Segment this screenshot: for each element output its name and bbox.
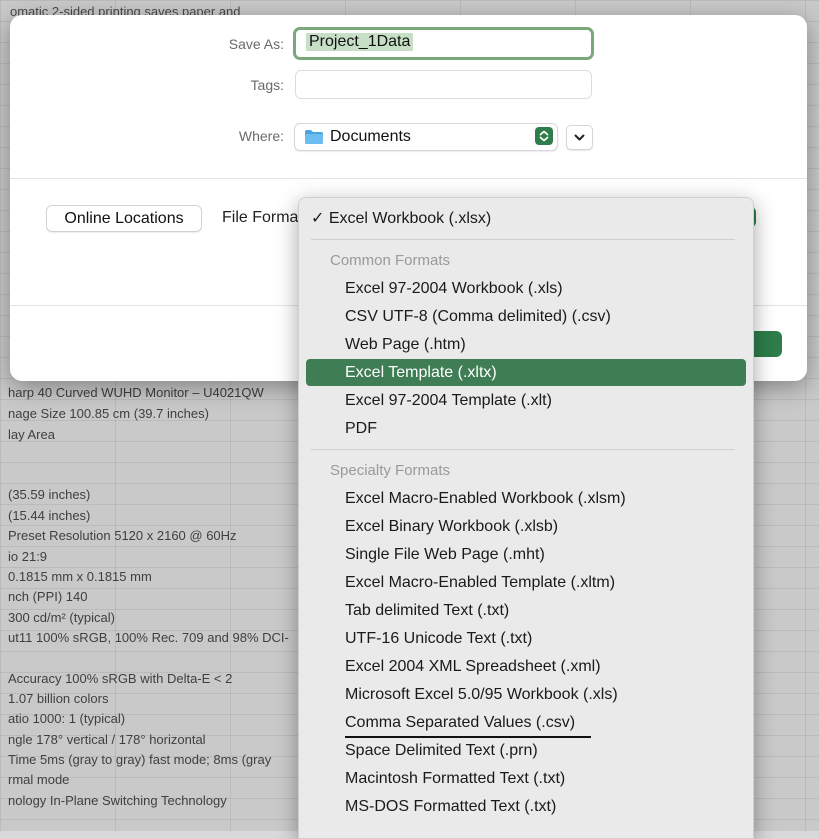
tags-label: Tags: (250, 77, 284, 93)
where-label: Where: (238, 128, 284, 144)
menu-item[interactable]: Tab delimited Text (.txt) (345, 599, 509, 623)
menu-item[interactable]: CSV UTF-8 (Comma delimited) (.csv) (345, 305, 611, 329)
spec-line: nology In-Plane Switching Technology (8, 793, 227, 808)
spec-line: 300 cd/m² (typical) (8, 610, 115, 625)
spec-line: ngle 178° vertical / 178° horizontal (8, 732, 206, 747)
file-format-label: File Forma (222, 209, 299, 226)
spec-line: ut11 100% sRGB, 100% Rec. 709 and 98% DC… (8, 630, 289, 645)
menu-section-header: Specialty Formats (330, 462, 451, 479)
menu-item[interactable]: Excel 2004 XML Spreadsheet (.xml) (345, 655, 601, 679)
save-as-input[interactable]: Project_1Data (293, 27, 594, 60)
menu-item-selected[interactable]: ✓ Excel Workbook (.xlsx) (311, 207, 491, 231)
menu-item[interactable]: Web Page (.htm) (345, 333, 466, 357)
menu-item[interactable]: Comma Separated Values (.csv) (345, 711, 575, 735)
menu-item[interactable]: Microsoft Excel 5.0/95 Workbook (.xls) (345, 683, 618, 707)
menu-item[interactable]: Macintosh Formatted Text (.txt) (345, 767, 565, 791)
spec-line: harp 40 Curved WUHD Monitor – U4021QW (8, 385, 264, 400)
spec-line: 0.1815 mm x 0.1815 mm (8, 569, 152, 584)
menu-item[interactable]: MS-DOS Formatted Text (.txt) (345, 795, 556, 819)
menu-item[interactable]: Excel 97-2004 Workbook (.xls) (345, 277, 563, 301)
menu-item[interactable]: Excel Macro-Enabled Template (.xltm) (345, 571, 615, 595)
online-locations-button[interactable]: Online Locations (46, 205, 202, 232)
menu-item[interactable]: Excel Macro-Enabled Workbook (.xlsm) (345, 487, 626, 511)
where-value: Documents (330, 128, 411, 145)
spec-line: Time 5ms (gray to gray) fast mode; 8ms (… (8, 752, 272, 767)
updown-chevron-icon (535, 127, 553, 145)
spec-line: 1.07 billion colors (8, 691, 109, 706)
menu-item[interactable]: PDF (345, 417, 377, 441)
spec-line: rmal mode (8, 772, 70, 787)
menu-section-header: Common Formats (330, 252, 451, 269)
spec-line: nch (PPI) 140 (8, 589, 88, 604)
spec-line: (35.59 inches) (8, 487, 91, 502)
chevron-down-icon (574, 134, 585, 141)
spec-line: (15.44 inches) (8, 508, 91, 523)
dialog-divider (10, 178, 807, 179)
annotation-underline (345, 736, 591, 738)
menu-item[interactable]: Space Delimited Text (.prn) (345, 739, 538, 763)
folder-icon (305, 130, 323, 144)
menu-item[interactable]: Excel Binary Workbook (.xlsb) (345, 515, 558, 539)
spec-line: io 21:9 (8, 549, 48, 564)
menu-item[interactable]: UTF-16 Unicode Text (.txt) (345, 627, 532, 651)
menu-separator (311, 449, 735, 450)
menu-item-label: Excel Template (.xltx) (345, 364, 497, 381)
save-as-value: Project_1Data (306, 33, 414, 51)
spec-line: Accuracy 100% sRGB with Delta-E < 2 (8, 671, 233, 686)
where-location-select[interactable]: Documents (294, 123, 558, 151)
tags-input[interactable] (295, 70, 592, 99)
menu-item[interactable]: Excel 97-2004 Template (.xlt) (345, 389, 552, 413)
save-as-label: Save As: (228, 36, 284, 52)
menu-separator (311, 239, 735, 240)
spec-line: Preset Resolution 5120 x 2160 @ 60Hz (8, 528, 237, 543)
menu-item-highlighted[interactable]: Excel Template (.xltx) (306, 359, 746, 386)
spec-line: lay Area (8, 427, 55, 442)
spec-line: nage Size 100.85 cm (39.7 inches) (8, 406, 209, 421)
spec-line: atio 1000: 1 (typical) (8, 711, 126, 726)
file-format-menu: ✓ Excel Workbook (.xlsx) Common Formats … (298, 197, 754, 839)
menu-item[interactable]: Single File Web Page (.mht) (345, 543, 545, 567)
expand-dialog-button[interactable] (566, 125, 593, 150)
